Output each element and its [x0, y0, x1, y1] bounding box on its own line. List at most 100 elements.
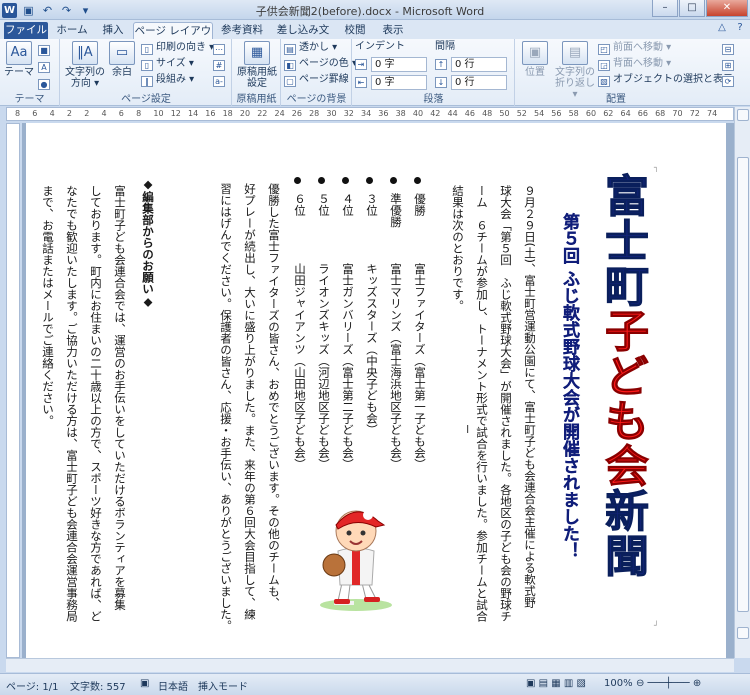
ruler-tick-label: 72 — [689, 109, 700, 118]
group-label-theme: テーマ — [14, 94, 45, 105]
save-icon[interactable]: ▣ — [21, 3, 36, 18]
breaks-button[interactable]: ⋯ — [213, 41, 228, 55]
undo-icon[interactable]: ↶ — [40, 3, 55, 18]
indent-right-input[interactable]: 0 字 — [371, 75, 427, 90]
view-buttons[interactable]: ▣ ▤ ▦ ▥ ▧ — [526, 678, 586, 689]
watermark-button[interactable]: ▤ 透かし ▾ — [284, 41, 337, 55]
congrats-line: 好プレーが続出し、大いに盛り上がりました。また、来年の第６回大会目指して、練 — [243, 183, 257, 620]
ruler-tick-label: 22 — [257, 109, 268, 118]
insert-mode-indicator[interactable]: 挿入モード — [198, 678, 248, 693]
bring-forward-button[interactable]: ◰ 前面へ移動 ▾ — [598, 41, 671, 55]
subtitle: 第５回 ふじ軟式野球大会が開催されました！ — [559, 213, 579, 559]
result-rank: ５位 — [317, 193, 331, 216]
vertical-scrollbar[interactable] — [734, 107, 750, 658]
tab-mailings[interactable]: 差し込み文書 — [272, 22, 334, 52]
group-page-background: ▤ 透かし ▾ ◧ ページの色 ▾ ▢ ページ罫線 ページの背景 — [282, 39, 357, 106]
page-corner-mark: ┘ — [654, 621, 659, 630]
minimize-button[interactable]: – — [652, 0, 678, 17]
request-line: なたでも歓迎いたします。ご協力いただける方は、富士町子ども会連合会運営事務局 — [65, 185, 79, 622]
align-button[interactable]: ⊟ — [722, 41, 737, 55]
line-numbers-button[interactable]: # — [213, 57, 228, 71]
maximize-button[interactable]: □ — [679, 0, 705, 17]
tab-view[interactable]: 表示 — [376, 22, 410, 39]
page-count[interactable]: ページ: 1/1 — [6, 678, 58, 693]
word-logo-icon[interactable]: W — [2, 2, 17, 18]
tab-insert[interactable]: 挿入 — [96, 22, 130, 39]
theme-effects-button[interactable]: ● — [38, 76, 53, 90]
tab-file[interactable]: ファイル — [4, 22, 48, 39]
page-color-button[interactable]: ◧ ページの色 ▾ — [284, 57, 357, 71]
columns-button[interactable]: ‖ 段組み ▾ — [141, 73, 194, 87]
zoom-level[interactable]: 100% — [604, 678, 633, 689]
tab-references[interactable]: 参考資料 — [216, 22, 268, 39]
tab-page-layout[interactable]: ページ レイアウト — [133, 22, 213, 53]
send-backward-button[interactable]: ◲ 背面へ移動 ▾ — [598, 57, 671, 71]
ruler-tick-label: 2 — [84, 109, 90, 118]
horizontal-scrollbar[interactable] — [6, 658, 734, 672]
space-after-input[interactable]: 0 行 — [451, 75, 507, 90]
position-button[interactable]: ▣ 位置 — [518, 41, 552, 78]
baseball-player-image[interactable] — [316, 495, 396, 613]
customize-icon[interactable]: ▾ — [78, 3, 93, 18]
rotate-button[interactable]: ⟳ — [722, 73, 737, 87]
columns-icon: ‖ — [141, 76, 153, 87]
paragraph-intro: ９月２９日(土)、富士町営運動公園にて、富士町子ども会連合会主催による軟式野 球… — [446, 185, 542, 622]
theme-fonts-button[interactable]: A — [38, 59, 53, 73]
horizontal-ruler[interactable]: 8 6 4 2 2 4 6 8 10 12 14 16 18 20 22 24 26 28 30 32 34 36 38 40… — [6, 107, 734, 121]
themes-button[interactable]: Aa テーマ — [4, 41, 34, 78]
scroll-thumb[interactable] — [737, 157, 749, 612]
indent-right-icon: ⇤ — [355, 74, 370, 88]
ruler-tick-label: 62 — [603, 109, 614, 118]
space-before-input[interactable]: 0 行 — [451, 57, 507, 72]
redo-icon[interactable]: ↷ — [59, 3, 74, 18]
hyphenation-button[interactable]: a- — [213, 73, 228, 87]
page-border-icon: ▢ — [284, 76, 296, 87]
manuscript-icon: ▦ — [244, 41, 270, 65]
margins-button[interactable]: ▭ 余白 — [107, 41, 137, 78]
scroll-down-button[interactable] — [737, 627, 749, 639]
theme-colors-button[interactable]: ■ — [38, 42, 53, 56]
ruler-tick-label: 38 — [395, 109, 406, 118]
result-team: 富士ファイターズ（富士第一子ども会） — [413, 263, 427, 470]
size-button[interactable]: ▯ サイズ ▾ — [141, 57, 194, 71]
request-heading: ◆編集部からのお願い◆ — [141, 177, 155, 309]
list-bullet — [294, 177, 301, 184]
scroll-up-button[interactable] — [737, 109, 749, 121]
group-arrange: ▣ 位置 ▤ 文字列の折り返し ▾ ◰ 前面へ移動 ▾ ◲ 背面へ移動 ▾ ▧ オブジェク… — [516, 39, 733, 106]
ruler-tick-label: 48 — [482, 109, 493, 118]
text-direction-button[interactable]: ‖A 文字列の方向 ▾ — [65, 41, 105, 89]
selection-pane-button[interactable]: ▧ オブジェクトの選択と表示 — [598, 73, 733, 87]
indent-left-icon: ⇥ — [355, 56, 370, 70]
word-count[interactable]: 文字数: 557 — [70, 678, 126, 693]
hyphenation-icon: a- — [213, 76, 225, 87]
result-rank: 準優勝 — [389, 193, 403, 228]
ruler-tick-label: 6 — [118, 109, 124, 118]
results-list: 優勝 準優勝 ３位 ４位 ５位 ６位 富士ファイターズ（富士第一子ども会） 富士… — [284, 173, 434, 533]
fonts-icon: A — [38, 62, 50, 73]
manuscript-settings-button[interactable]: ▦ 原稿用紙設定 — [237, 41, 277, 89]
title-part-1: 富士町 — [597, 173, 649, 309]
help-icon[interactable]: ? — [734, 22, 746, 34]
indent-left-input[interactable]: 0 字 — [371, 57, 427, 72]
zoom-slider[interactable]: ⊖ ───┼─── ⊕ — [636, 678, 701, 689]
language-indicator[interactable]: 日本語 — [158, 678, 188, 693]
page-corner-mark: ┐ — [654, 163, 659, 172]
document-page[interactable]: ┐ ┘ 富士町子ども会新聞 第５回 ふじ軟式野球大会が開催されました！ ９月２９… — [26, 123, 726, 658]
ruler-tick-label: 6 — [32, 109, 38, 118]
themes-icon: Aa — [6, 41, 32, 65]
result-team: ライオンズキッズ（河辺地区子ども会） — [317, 263, 331, 470]
minimize-ribbon-icon[interactable]: △ — [716, 22, 728, 34]
tab-home[interactable]: ホーム — [52, 22, 92, 39]
group-theme: Aa テーマ ■ A ● テーマ — [0, 39, 60, 106]
ruler-tick-label: 64 — [620, 109, 631, 118]
page-border-button[interactable]: ▢ ページ罫線 — [284, 73, 349, 87]
tab-review[interactable]: 校閲 — [340, 22, 370, 39]
close-button[interactable]: ✕ — [706, 0, 748, 17]
orientation-button[interactable]: ▯ 印刷の向き ▾ — [141, 41, 214, 55]
result-team: 富士ガンバリーズ（富士第二子ども会） — [341, 263, 355, 470]
quick-access-toolbar: W ▣ ↶ ↷ ▾ — [2, 2, 93, 18]
group-objects-button[interactable]: ⊞ — [722, 57, 737, 71]
proofing-icon[interactable]: ▣ — [140, 678, 149, 689]
vertical-ruler[interactable] — [6, 123, 20, 658]
group-label-page-background: ページの背景 — [286, 94, 347, 105]
